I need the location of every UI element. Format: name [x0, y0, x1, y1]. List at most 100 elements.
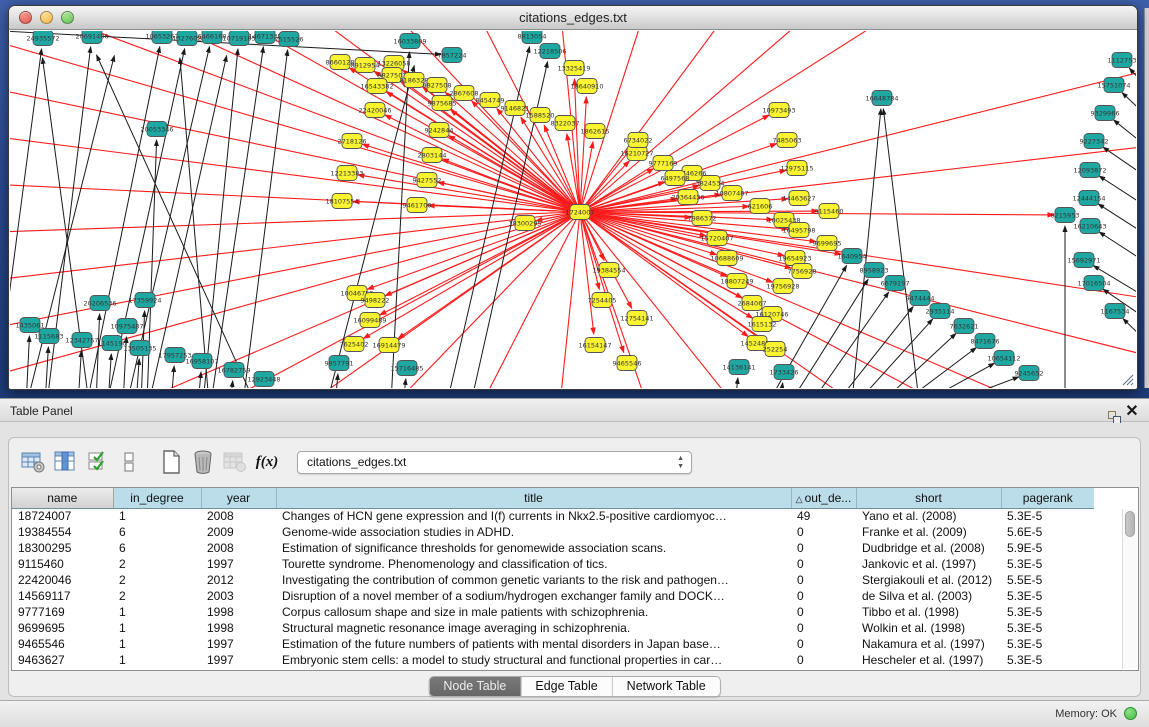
- float-panel-button[interactable]: [1099, 403, 1117, 419]
- table-row[interactable]: 911546021997Tourette syndrome. Phenomeno…: [12, 556, 1094, 572]
- column-header-in_degree[interactable]: in_degree: [113, 488, 201, 508]
- network-node[interactable]: 17359924: [128, 293, 161, 308]
- network-canvas[interactable]: 8660128891295413226058982750316543382818…: [10, 31, 1136, 388]
- scrollbar-thumb[interactable]: [1125, 511, 1135, 537]
- table-cell[interactable]: 18724007: [12, 508, 113, 524]
- network-node[interactable]: 9329966: [1091, 106, 1120, 121]
- table-cell[interactable]: 5.5E-5: [1001, 572, 1094, 588]
- network-node[interactable]: 8813054: [518, 31, 547, 44]
- network-node[interactable]: 9777169: [649, 156, 678, 171]
- table-cell[interactable]: 2: [113, 572, 201, 588]
- network-node[interactable]: 19756928: [766, 279, 799, 294]
- table-cell[interactable]: 0: [791, 556, 856, 572]
- network-node[interactable]: 7485063: [773, 133, 802, 148]
- column-header-out_de[interactable]: △out_de...: [791, 488, 856, 508]
- table-row[interactable]: 969969511998Structural magnetic resonanc…: [12, 620, 1094, 636]
- network-node[interactable]: 12342757: [65, 333, 98, 348]
- network-node[interactable]: 12754141: [620, 311, 653, 326]
- table-cell[interactable]: 5.3E-5: [1001, 620, 1094, 636]
- table-row[interactable]: 2242004622012Investigating the contribut…: [12, 572, 1094, 588]
- network-node[interactable]: 14136141: [722, 360, 755, 375]
- network-node[interactable]: 16914479: [372, 338, 405, 353]
- network-node[interactable]: 16033809: [393, 34, 426, 49]
- network-node[interactable]: 621606: [748, 199, 773, 214]
- network-node[interactable]: 8215953: [1051, 208, 1080, 223]
- select-all-rows-button[interactable]: [81, 447, 113, 477]
- table-cell[interactable]: 2009: [201, 524, 276, 540]
- table-selector-dropdown[interactable]: citations_edges.txt ▲▼: [297, 451, 692, 474]
- table-cell[interactable]: 1997: [201, 556, 276, 572]
- table-cell[interactable]: 1: [113, 604, 201, 620]
- table-cell[interactable]: 9465546: [12, 636, 113, 652]
- table-cell[interactable]: 6: [113, 540, 201, 556]
- table-cell[interactable]: Tourette syndrome. Phenomenology and cla…: [276, 556, 791, 572]
- table-cell[interactable]: Estimation of significance thresholds fo…: [276, 540, 791, 556]
- network-node[interactable]: 9474444: [906, 291, 935, 306]
- table-vertical-scrollbar[interactable]: [1122, 509, 1137, 669]
- table-cell[interactable]: 6: [113, 524, 201, 540]
- table-cell[interactable]: Corpus callosum shape and size in male p…: [276, 604, 791, 620]
- network-node[interactable]: 252254: [763, 342, 788, 357]
- network-node[interactable]: 6734022: [624, 133, 653, 148]
- delete-column-button-disabled[interactable]: [219, 447, 251, 477]
- table-cell[interactable]: 5.3E-5: [1001, 636, 1094, 652]
- table-cell[interactable]: 1: [113, 508, 201, 524]
- table-cell[interactable]: Embryonic stem cells: a model to study s…: [276, 652, 791, 668]
- table-cell[interactable]: 18300295: [12, 540, 113, 556]
- table-cell[interactable]: Yano et al. (2008): [856, 508, 1001, 524]
- network-node[interactable]: 24935572: [26, 31, 59, 46]
- table-cell[interactable]: 9699695: [12, 620, 113, 636]
- table-cell[interactable]: 1998: [201, 604, 276, 620]
- table-cell[interactable]: 1998: [201, 620, 276, 636]
- table-cell[interactable]: Jankovic et al. (1997): [856, 556, 1001, 572]
- network-node[interactable]: 8958923: [860, 263, 889, 278]
- network-node[interactable]: 16154147: [578, 338, 611, 353]
- table-cell[interactable]: Dudbridge et al. (2008): [856, 540, 1001, 556]
- table-cell[interactable]: 1: [113, 620, 201, 636]
- table-cell[interactable]: 2: [113, 588, 201, 604]
- network-node[interactable]: 13505135: [123, 341, 156, 356]
- table-cell[interactable]: 2008: [201, 508, 276, 524]
- table-cell[interactable]: 2: [113, 556, 201, 572]
- table-cell[interactable]: 0: [791, 588, 856, 604]
- network-node[interactable]: 15692971: [1067, 253, 1100, 268]
- table-cell[interactable]: Structural magnetic resonance image aver…: [276, 620, 791, 636]
- network-node[interactable]: 12975115: [780, 161, 813, 176]
- table-row[interactable]: 946362711997Embryonic stem cells: a mode…: [12, 652, 1094, 668]
- network-node[interactable]: 16782759: [217, 363, 250, 378]
- column-header-title[interactable]: title: [276, 488, 791, 508]
- table-cell[interactable]: 5.3E-5: [1001, 604, 1094, 620]
- network-node[interactable]: 1145190: [98, 336, 127, 351]
- table-cell[interactable]: 0: [791, 604, 856, 620]
- tab-node-table[interactable]: Node Table: [429, 677, 520, 696]
- network-node[interactable]: 16099489: [353, 313, 386, 328]
- table-cell[interactable]: 0: [791, 524, 856, 540]
- table-cell[interactable]: Wolkin et al. (1998): [856, 620, 1001, 636]
- network-node[interactable]: 12093872: [1073, 163, 1106, 178]
- network-node[interactable]: 10654112: [987, 351, 1020, 366]
- network-node[interactable]: 10807487: [715, 186, 748, 201]
- network-node[interactable]: 9465546: [613, 356, 642, 371]
- column-header-pagerank[interactable]: pagerank: [1001, 488, 1094, 508]
- network-node[interactable]: 1167534: [1101, 304, 1130, 319]
- table-cell[interactable]: 5.3E-5: [1001, 556, 1094, 572]
- table-cell[interactable]: 2012: [201, 572, 276, 588]
- column-header-year[interactable]: year: [201, 488, 276, 508]
- network-node[interactable]: 20364436: [671, 190, 704, 205]
- network-node[interactable]: 1112753: [1108, 53, 1136, 68]
- network-node[interactable]: 1733426: [770, 365, 799, 380]
- network-node[interactable]: 9245652: [1015, 366, 1044, 381]
- network-node[interactable]: 1640954: [838, 249, 867, 264]
- network-node[interactable]: 15716485: [390, 361, 423, 376]
- table-cell[interactable]: Franke et al. (2009): [856, 524, 1001, 540]
- network-node[interactable]: 2718126: [338, 134, 367, 149]
- tab-edge-table[interactable]: Edge Table: [520, 677, 611, 696]
- network-node[interactable]: 8322037: [551, 116, 580, 131]
- network-node[interactable]: 7632621: [950, 319, 979, 334]
- show-column-button[interactable]: [49, 447, 81, 477]
- column-header-short[interactable]: short: [856, 488, 1001, 508]
- table-cell[interactable]: Nakamura et al. (1997): [856, 636, 1001, 652]
- column-header-name[interactable]: name: [12, 488, 113, 508]
- table-cell[interactable]: Changes of HCN gene expression and I(f) …: [276, 508, 791, 524]
- function-builder-button[interactable]: f(x): [251, 447, 283, 477]
